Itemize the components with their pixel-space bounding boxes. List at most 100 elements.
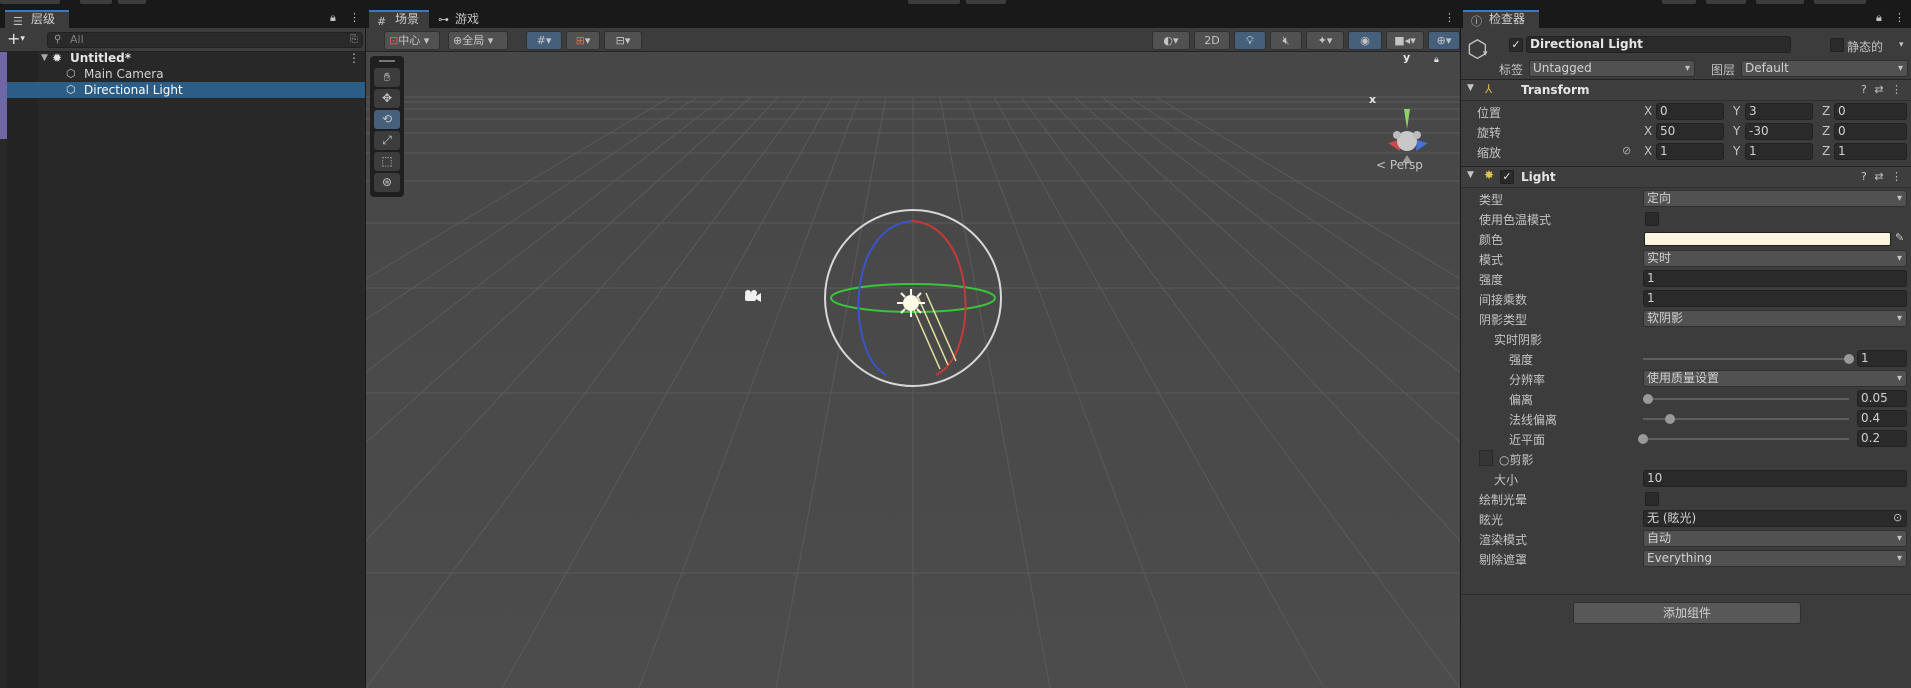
near-plane-input[interactable]: 0.2: [1857, 430, 1907, 447]
flare-object-field[interactable]: 无 (眩光): [1643, 510, 1907, 527]
snap-settings-button[interactable]: ⊟▾: [604, 31, 642, 50]
bias-slider-track[interactable]: [1643, 398, 1849, 400]
mute-icon: 🔇︎: [1282, 34, 1290, 47]
effects-dropdown[interactable]: ✦▾: [1306, 31, 1344, 50]
position-x-input[interactable]: 0: [1656, 103, 1724, 120]
scene-viewport[interactable]: y x 🔒︎ < Persp ✋︎ ✥ ⟲ ⤢ ⬚ ⊛: [366, 51, 1460, 688]
color-swatch[interactable]: [1644, 232, 1891, 246]
rotation-x-input[interactable]: 50: [1656, 123, 1724, 140]
camera-settings-dropdown[interactable]: ■◂▾: [1386, 31, 1424, 50]
resolution-dropdown[interactable]: 使用质量设置: [1643, 370, 1907, 387]
constrain-link-icon[interactable]: ⊘: [1622, 144, 1631, 157]
light-header[interactable]: ▼ ✸ ✓ Light ? ⇄ ⋮: [1461, 166, 1911, 188]
strength-row: 强度 1: [1461, 349, 1911, 369]
normal-bias-slider-knob[interactable]: [1665, 414, 1676, 424]
cookie-row: ○剪影: [1461, 449, 1911, 469]
audio-toggle-button[interactable]: 🔇︎: [1270, 31, 1302, 50]
scene-root-row[interactable]: ▼ ✹ Untitled* ⋮: [38, 50, 365, 66]
component-actions[interactable]: ? ⇄ ⋮: [1861, 170, 1902, 183]
render-mode-dropdown[interactable]: 自动: [1643, 530, 1907, 547]
tab-scene[interactable]: # 场景: [369, 10, 429, 28]
strength-slider-knob[interactable]: [1844, 354, 1854, 364]
pivot-dropdown[interactable]: ⊡中心 ▾: [384, 31, 440, 50]
hidden-objects-toggle[interactable]: ◉: [1348, 31, 1382, 50]
scale-row: 缩放 ⊘ X 1 Y 1 Z 1: [1461, 142, 1911, 162]
bias-slider-knob[interactable]: [1643, 394, 1654, 404]
scale-z-input[interactable]: 1: [1834, 143, 1907, 160]
eyedropper-icon[interactable]: ✎: [1895, 231, 1904, 244]
position-z-input[interactable]: 0: [1834, 103, 1907, 120]
component-actions[interactable]: ? ⇄ ⋮: [1861, 83, 1902, 96]
indirect-row: 间接乘数 1: [1461, 289, 1911, 309]
static-checkbox[interactable]: [1830, 38, 1844, 52]
rotate-tool-button[interactable]: ⟲: [374, 110, 400, 129]
draw-halo-checkbox[interactable]: [1645, 492, 1659, 506]
strength-slider-track[interactable]: [1643, 358, 1849, 360]
lock-icon[interactable]: 🔒︎: [330, 11, 336, 25]
lock-icon[interactable]: 🔒︎: [1876, 11, 1882, 25]
add-component-button[interactable]: 添加组件: [1573, 602, 1801, 624]
rect-tool-button[interactable]: ⬚: [374, 152, 400, 171]
culling-mask-dropdown[interactable]: Everything: [1643, 550, 1907, 567]
object-dropdown-arrow[interactable]: ▾: [1483, 49, 1488, 59]
shadow-type-dropdown[interactable]: 软阴影: [1643, 310, 1907, 327]
mode-2d-button[interactable]: 2D: [1194, 31, 1230, 50]
search-options-icon[interactable]: ⎘: [350, 33, 358, 47]
object-picker-icon[interactable]: ⊙: [1893, 511, 1902, 524]
tag-dropdown[interactable]: Untagged: [1529, 60, 1695, 77]
create-add-icon[interactable]: +▾: [7, 30, 25, 48]
hand-tool-button[interactable]: ✋︎: [374, 68, 400, 87]
overlay-drag-handle[interactable]: [379, 60, 395, 62]
normal-bias-input[interactable]: 0.4: [1857, 410, 1907, 427]
snap-increment-button[interactable]: ⊞▾: [566, 31, 600, 50]
rotation-y-input[interactable]: -30: [1745, 123, 1813, 140]
near-plane-slider-track[interactable]: [1643, 438, 1849, 440]
hierarchy-search-input[interactable]: ⚲ All ⎘: [47, 32, 363, 48]
scale-x-input[interactable]: 1: [1656, 143, 1724, 160]
pivot-icon: ⊡: [389, 34, 399, 47]
type-dropdown[interactable]: 定向: [1643, 190, 1907, 207]
mode-dropdown[interactable]: 实时: [1643, 250, 1907, 267]
space-dropdown[interactable]: ⊕全局 ▾: [448, 31, 508, 50]
transform-header[interactable]: ▼ ⅄ Transform ? ⇄ ⋮: [1461, 79, 1911, 101]
scale-y-input[interactable]: 1: [1745, 143, 1813, 160]
more-menu-icon[interactable]: ⋮: [1894, 11, 1905, 24]
intensity-input[interactable]: 1: [1643, 270, 1907, 287]
hierarchy-item-main-camera[interactable]: ⬡ Main Camera: [38, 66, 365, 82]
position-y-input[interactable]: 3: [1745, 103, 1813, 120]
gizmo-lock-icon[interactable]: 🔒︎: [1434, 55, 1439, 65]
draw-mode-dropdown[interactable]: ◐▾: [1152, 31, 1190, 50]
expand-triangle-icon[interactable]: ▼: [41, 50, 48, 66]
scale-tool-button[interactable]: ⤢: [374, 131, 400, 150]
gizmos-dropdown[interactable]: ⊕▾: [1428, 31, 1460, 50]
foldout-arrow-icon: ▼: [1467, 170, 1474, 180]
more-menu-icon[interactable]: ⋮: [1444, 11, 1455, 24]
lighting-toggle-button[interactable]: 💡︎: [1234, 31, 1266, 50]
scene-grid: [366, 53, 1460, 688]
tab-hierarchy[interactable]: ☰ 层级: [5, 10, 69, 28]
scene-menu-icon[interactable]: ⋮: [348, 50, 360, 66]
strength-input[interactable]: 1: [1857, 350, 1907, 367]
more-menu-icon[interactable]: ⋮: [349, 11, 360, 24]
object-name-input[interactable]: Directional Light: [1526, 36, 1791, 53]
move-tool-button[interactable]: ✥: [374, 89, 400, 108]
scale-icon: ⤢: [382, 133, 392, 147]
rotation-z-input[interactable]: 0: [1834, 123, 1907, 140]
cookie-thumbnail[interactable]: [1479, 450, 1493, 466]
tab-game[interactable]: ⊶ 游戏: [433, 12, 479, 28]
light-enabled-checkbox[interactable]: ✓: [1500, 170, 1514, 184]
near-plane-slider-knob[interactable]: [1638, 434, 1648, 444]
static-dropdown-arrow[interactable]: ▾: [1899, 40, 1904, 50]
layer-dropdown[interactable]: Default: [1741, 60, 1908, 77]
object-active-checkbox[interactable]: ✓: [1509, 38, 1523, 52]
bias-input[interactable]: 0.05: [1857, 390, 1907, 407]
grid-toggle-button[interactable]: #▾: [526, 31, 562, 50]
size-input[interactable]: 10: [1643, 470, 1907, 487]
tab-inspector[interactable]: ⓘ 检查器: [1463, 10, 1539, 28]
hierarchy-item-directional-light[interactable]: ⬡ Directional Light: [7, 82, 365, 98]
color-temp-checkbox[interactable]: [1645, 212, 1659, 226]
transform-tool-button[interactable]: ⊛: [374, 173, 400, 192]
axis-y-label: Y: [1733, 124, 1741, 138]
persp-toggle[interactable]: < Persp: [1376, 158, 1423, 172]
indirect-input[interactable]: 1: [1643, 290, 1907, 307]
